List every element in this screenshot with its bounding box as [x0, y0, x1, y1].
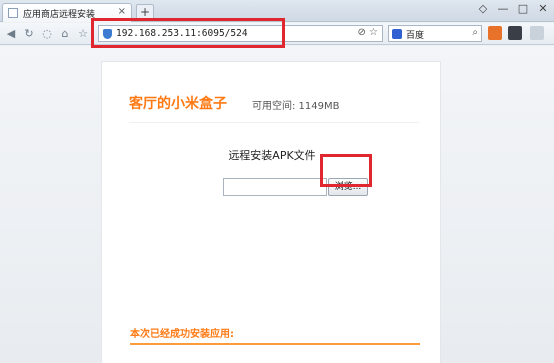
- extension-icon[interactable]: [488, 26, 502, 40]
- minimize-button[interactable]: —: [496, 2, 510, 15]
- compat-mode-icon[interactable]: ⊘ ☆: [357, 27, 378, 38]
- tools-menu-icon[interactable]: [530, 26, 544, 40]
- page-favicon-icon: [8, 8, 18, 18]
- skin-icon[interactable]: ◇: [476, 2, 490, 15]
- apk-file-input[interactable]: [223, 178, 327, 196]
- tab-title: 应用商店远程安装: [23, 10, 96, 20]
- search-engine-name: 百度: [406, 31, 425, 41]
- upload-title: 远程安装APK文件: [228, 149, 316, 162]
- divider: [129, 122, 419, 123]
- back-icon[interactable]: ◀: [4, 27, 18, 41]
- success-message: 本次已经成功安装应用:: [130, 329, 234, 340]
- storage-label: 可用空间: 1149MB: [252, 101, 340, 112]
- stop-icon[interactable]: ◌: [40, 27, 54, 41]
- page-content: 客厅的小米盒子 可用空间: 1149MB 远程安装APK文件 浏览... 本次已…: [0, 46, 554, 363]
- success-underline: [130, 343, 420, 345]
- browse-highlight-box: [320, 154, 372, 187]
- url-highlight-box: [91, 18, 285, 48]
- close-window-button[interactable]: ✕: [536, 2, 550, 15]
- refresh-icon[interactable]: ↻: [22, 27, 36, 41]
- search-box[interactable]: 百度 ⌕: [388, 25, 482, 42]
- home-icon[interactable]: ⌂: [58, 27, 72, 41]
- star-icon[interactable]: ☆: [76, 27, 90, 41]
- baidu-icon: [392, 29, 402, 39]
- search-icon[interactable]: ⌕: [472, 27, 478, 38]
- window-controls: ◇ — □ ✕: [476, 2, 550, 15]
- tab-close-icon[interactable]: ×: [118, 6, 126, 17]
- maximize-button[interactable]: □: [516, 2, 530, 15]
- screenshot-icon[interactable]: [508, 26, 522, 40]
- install-card: 客厅的小米盒子 可用空间: 1149MB 远程安装APK文件 浏览... 本次已…: [101, 61, 441, 363]
- device-name: 客厅的小米盒子: [129, 96, 227, 112]
